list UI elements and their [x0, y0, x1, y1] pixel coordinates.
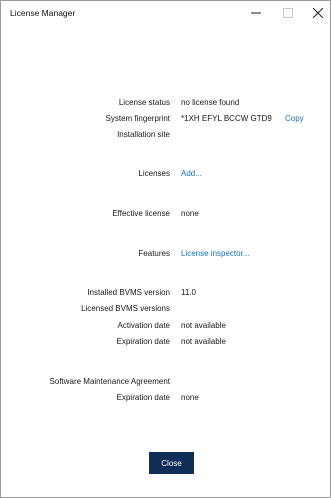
close-window-button[interactable]: [303, 1, 331, 25]
licenses-label: Licenses: [138, 169, 170, 178]
license-manager-window: License Manager License status no licens…: [0, 0, 331, 498]
sma-label: Software Maintenance Agreement: [49, 377, 170, 386]
effective-license-label: Effective license: [112, 209, 170, 218]
license-status-label: License status: [118, 98, 170, 107]
expiration-date-value: not available: [181, 337, 226, 346]
features-label: Features: [138, 249, 170, 258]
close-button[interactable]: Close: [149, 452, 194, 474]
license-status-value: no license found: [181, 98, 240, 107]
activation-date-label: Activation date: [117, 321, 170, 330]
activation-date-value: not available: [181, 321, 226, 330]
features-row: Features License inspector...: [1, 249, 330, 261]
title-bar: License Manager: [1, 1, 330, 25]
minimize-button[interactable]: [241, 1, 271, 25]
license-status-row: License status no license found: [1, 98, 330, 110]
maximize-button[interactable]: [273, 1, 303, 25]
add-license-link[interactable]: Add...: [181, 169, 202, 178]
installed-version-value: 11.0: [181, 288, 196, 297]
sma-expiration-label: Expiration date: [116, 393, 170, 402]
copy-fingerprint-link[interactable]: Copy: [285, 114, 304, 123]
system-fingerprint-label: System fingerprint: [105, 114, 170, 123]
system-fingerprint-row: System fingerprint *1XH EFYL BCCW GTD9 C…: [1, 114, 330, 126]
licenses-row: Licenses Add...: [1, 169, 330, 181]
installed-version-label: Installed BVMS version: [87, 288, 170, 297]
close-icon: [313, 8, 323, 18]
sma-row: Software Maintenance Agreement: [1, 377, 330, 389]
installation-site-label: Installation site: [117, 130, 170, 139]
effective-license-value: none: [181, 209, 199, 218]
licensed-versions-label: Licensed BVMS versions: [81, 304, 170, 313]
sma-expiration-row: Expiration date none: [1, 393, 330, 405]
minimize-icon: [251, 12, 261, 14]
window-title: License Manager: [10, 8, 76, 18]
system-fingerprint-value: *1XH EFYL BCCW GTD9: [181, 114, 272, 123]
expiration-date-label: Expiration date: [116, 337, 170, 346]
licensed-versions-row: Licensed BVMS versions: [1, 304, 330, 316]
license-inspector-link[interactable]: License inspector...: [181, 249, 249, 258]
maximize-icon: [283, 8, 293, 18]
effective-license-row: Effective license none: [1, 209, 330, 221]
installation-site-row: Installation site: [1, 130, 330, 142]
installed-version-row: Installed BVMS version 11.0: [1, 288, 330, 300]
expiration-date-row: Expiration date not available: [1, 337, 330, 349]
activation-date-row: Activation date not available: [1, 321, 330, 333]
sma-expiration-value: none: [181, 393, 199, 402]
